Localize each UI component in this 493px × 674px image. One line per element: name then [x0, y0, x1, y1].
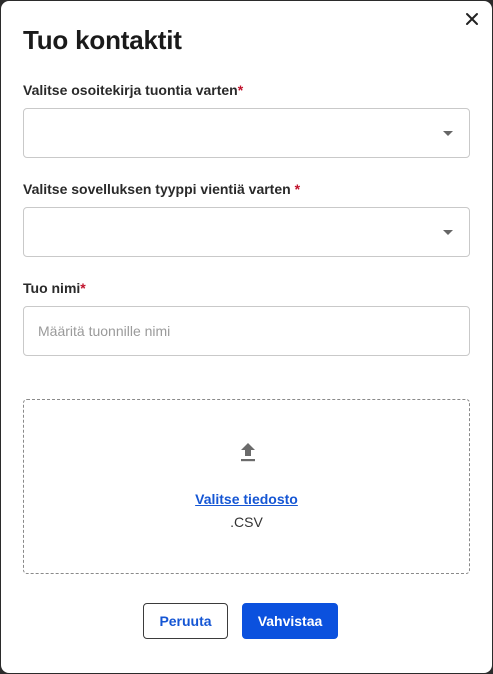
- address-book-select[interactable]: [23, 108, 470, 158]
- cancel-button[interactable]: Peruuta: [143, 603, 228, 639]
- choose-file-link[interactable]: Valitse tiedosto: [24, 491, 469, 507]
- upload-icon: [241, 443, 255, 462]
- dropdown-caret-icon: [443, 131, 453, 136]
- import-name-input[interactable]: [23, 306, 470, 356]
- address-book-label: Valitse osoitekirja tuontia varten*: [23, 82, 244, 98]
- app-type-label: Valitse sovelluksen tyyppi vientiä varte…: [23, 181, 301, 197]
- import-contacts-dialog: Tuo kontaktit Valitse osoitekirja tuonti…: [1, 1, 492, 673]
- dialog-title: Tuo kontaktit: [23, 25, 182, 55]
- accepted-file-type: .CSV: [230, 514, 263, 530]
- close-button[interactable]: [462, 9, 482, 29]
- app-type-select[interactable]: [23, 207, 470, 257]
- dropdown-caret-icon: [443, 230, 453, 235]
- confirm-button[interactable]: Vahvistaa: [242, 603, 338, 639]
- required-mark: *: [80, 280, 86, 296]
- close-icon: [466, 13, 478, 25]
- required-mark: *: [237, 82, 244, 98]
- import-name-label: Tuo nimi*: [23, 280, 86, 296]
- file-dropzone[interactable]: Valitse tiedosto .CSV: [23, 399, 470, 574]
- required-mark: *: [294, 181, 301, 197]
